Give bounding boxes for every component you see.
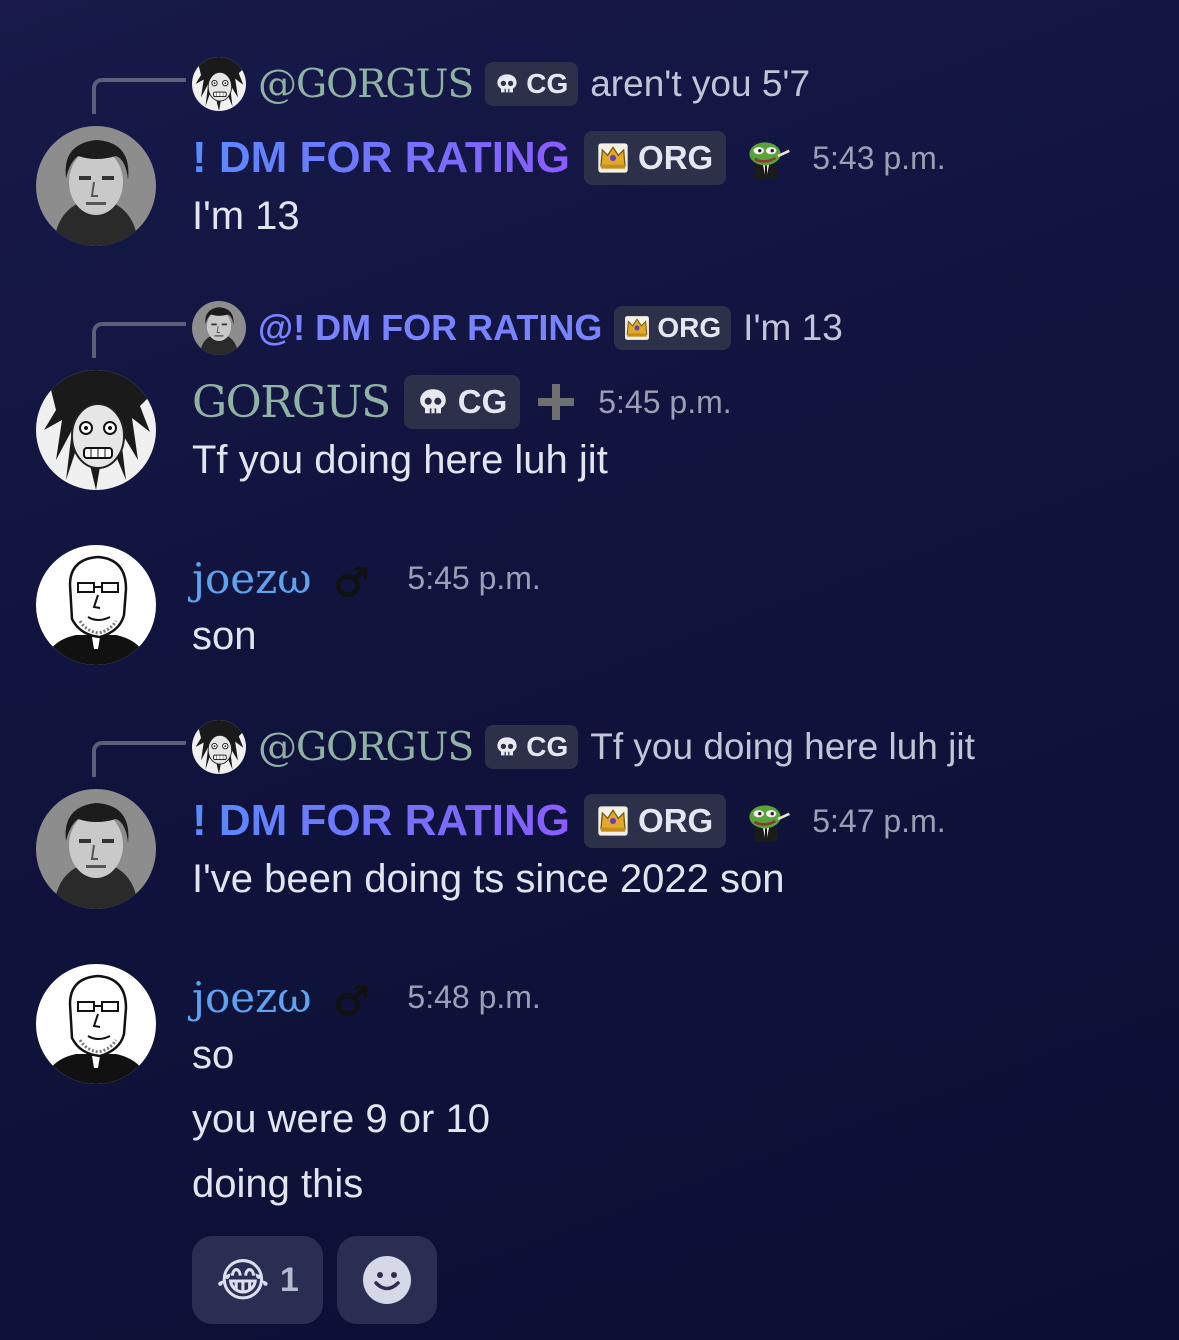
avatar[interactable]: [36, 545, 156, 665]
add-reaction-button[interactable]: [337, 1236, 437, 1324]
reaction-joy[interactable]: 😂 1: [192, 1236, 323, 1324]
reply-avatar[interactable]: [192, 720, 246, 774]
timestamp: 5:47 p.m.: [812, 802, 946, 839]
role-badge-label: CG: [526, 68, 569, 99]
timestamp: 5:45 p.m.: [407, 559, 541, 596]
crown-icon: [597, 805, 629, 837]
joy-emoji-icon: 😂: [216, 1254, 270, 1306]
avatar[interactable]: [36, 370, 156, 490]
pepe-suit-icon: [740, 796, 792, 846]
reply-preview[interactable]: @! DM FOR RATING ORG I'm 13: [258, 301, 843, 355]
message-text: so: [192, 1033, 235, 1077]
role-badge: ORG: [584, 794, 727, 848]
reply-mention[interactable]: @GORGUS: [258, 725, 474, 770]
reply-text: aren't you 5'7: [590, 63, 811, 104]
message-header: ! DM FOR RATING ORG 5:47 p.m.: [192, 791, 946, 851]
timestamp: 5:45 p.m.: [598, 383, 732, 420]
author-name[interactable]: ! DM FOR RATING: [192, 133, 570, 183]
crown-icon: [597, 142, 629, 174]
role-badge-label: ORG: [638, 139, 714, 176]
role-badge-label: CG: [526, 731, 569, 762]
reply-text: I'm 13: [743, 307, 843, 348]
message-header: ! DM FOR RATING ORG 5:43 p.m.: [192, 128, 946, 188]
message-text: Tf you doing here luh jit: [192, 438, 608, 482]
reply-avatar[interactable]: [192, 301, 246, 355]
pepe-suit-icon: [740, 133, 792, 183]
message-text: doing this: [192, 1162, 364, 1206]
message-header: joezω ♂ 5:45 p.m.: [192, 548, 541, 608]
author-name[interactable]: joezω: [192, 973, 312, 1022]
male-sign-icon: ♂: [333, 979, 370, 1026]
message-text: I've been doing ts since 2022 son: [192, 857, 785, 901]
reply-text: Tf you doing here luh jit: [590, 726, 975, 767]
role-badge: CG: [485, 62, 579, 106]
timestamp: 5:48 p.m.: [407, 978, 541, 1015]
message-header: GORGUS CG 5:45 p.m.: [192, 372, 732, 432]
add-reaction-icon: [363, 1256, 411, 1304]
role-badge: ORG: [614, 306, 732, 350]
role-badge-label: ORG: [638, 802, 714, 839]
reply-mention[interactable]: @GORGUS: [258, 62, 474, 107]
author-name[interactable]: joezω: [192, 554, 312, 603]
skull-icon: [495, 72, 519, 96]
author-name[interactable]: ! DM FOR RATING: [192, 796, 570, 846]
reaction-count: 1: [279, 1260, 299, 1299]
role-badge: CG: [403, 375, 521, 429]
plus-icon: [538, 384, 575, 420]
avatar[interactable]: [36, 789, 156, 909]
role-badge-label: CG: [457, 383, 508, 420]
author-name[interactable]: GORGUS: [192, 377, 391, 428]
role-badge: ORG: [584, 131, 727, 185]
skull-icon: [495, 735, 519, 759]
skull-icon: [417, 386, 449, 418]
reply-connector: [92, 78, 186, 114]
crown-icon: [624, 315, 650, 341]
role-badge: CG: [485, 725, 579, 769]
avatar[interactable]: [36, 964, 156, 1084]
reply-preview[interactable]: @GORGUS CG Tf you doing here luh jit: [258, 720, 975, 774]
reply-connector: [92, 741, 186, 777]
role-badge-label: ORG: [657, 312, 722, 343]
reply-connector: [92, 322, 186, 358]
reply-avatar[interactable]: [192, 57, 246, 111]
avatar[interactable]: [36, 126, 156, 246]
reply-preview[interactable]: @GORGUS CG aren't you 5'7: [258, 57, 810, 111]
timestamp: 5:43 p.m.: [812, 139, 946, 176]
message-text: I'm 13: [192, 194, 300, 238]
message-text: you were 9 or 10: [192, 1097, 490, 1141]
male-sign-icon: ♂: [333, 560, 370, 607]
message-header: joezω ♂ 5:48 p.m.: [192, 967, 541, 1027]
message-text: son: [192, 614, 257, 658]
reply-mention[interactable]: @! DM FOR RATING: [258, 307, 602, 349]
